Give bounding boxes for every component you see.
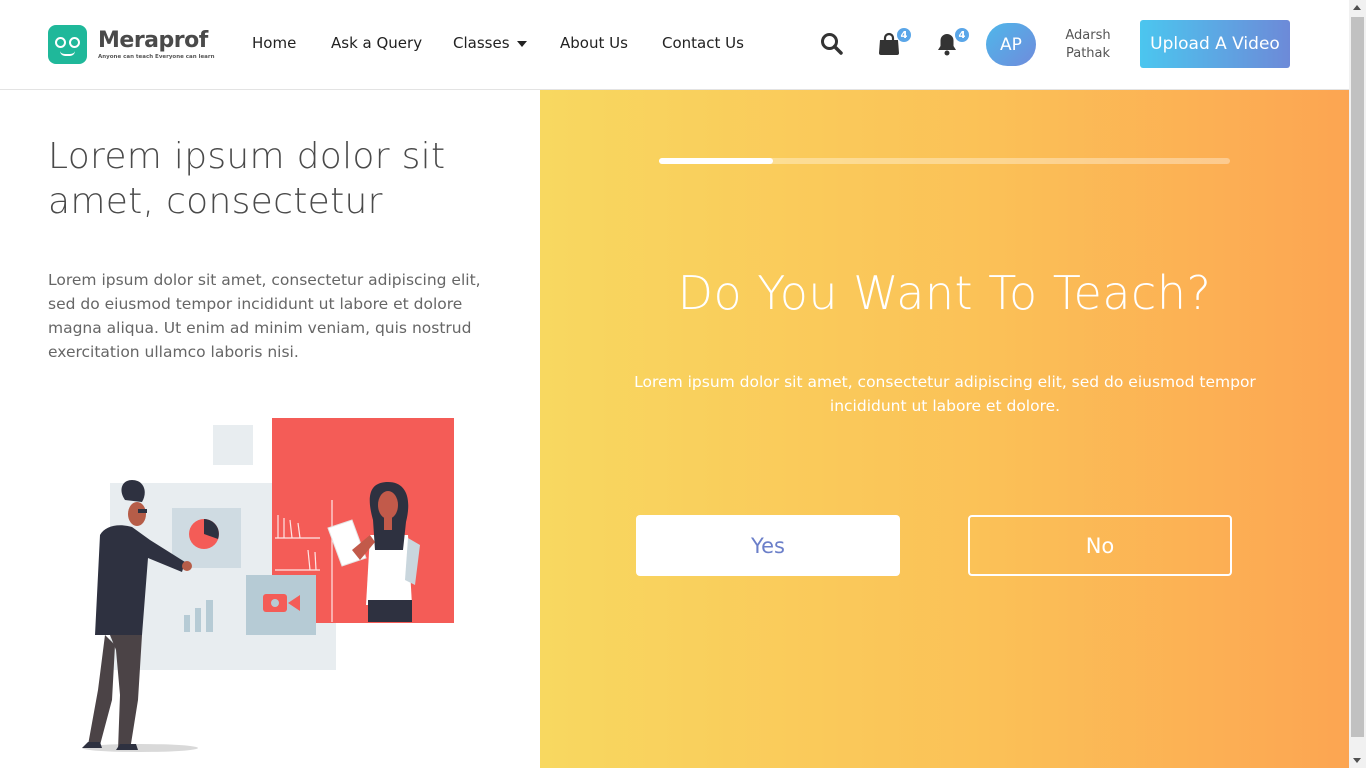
brand-logo[interactable]: Meraprof Anyone can teach Everyone can l…	[48, 25, 215, 64]
brand-tagline: Anyone can teach Everyone can learn	[98, 54, 215, 60]
nav-classes-label: Classes	[453, 34, 510, 52]
search-button[interactable]	[820, 32, 848, 60]
question-panel: Do You Want To Teach? Lorem ipsum dolor …	[540, 90, 1349, 768]
question-title: Do You Want To Teach?	[677, 266, 1212, 320]
top-navbar: Meraprof Anyone can teach Everyone can l…	[0, 0, 1349, 90]
page-description: Lorem ipsum dolor sit amet, consectetur …	[48, 271, 481, 361]
nav-contact-us[interactable]: Contact Us	[662, 34, 744, 52]
nav-about-us[interactable]: About Us	[560, 34, 628, 52]
nav-ask-query[interactable]: Ask a Query	[331, 34, 422, 52]
teaching-illustration	[82, 418, 454, 752]
scroll-down-icon[interactable]	[1353, 758, 1361, 763]
nav-classes[interactable]: Classes	[453, 34, 527, 52]
logo-icon	[48, 25, 87, 64]
upload-video-button[interactable]: Upload A Video	[1140, 20, 1290, 68]
notification-count-badge: 4	[954, 27, 970, 43]
notifications-button[interactable]: 4	[936, 27, 970, 60]
user-first-name: Adarsh	[1065, 28, 1111, 43]
user-name[interactable]: Adarsh Pathak	[1060, 27, 1116, 63]
question-description: Lorem ipsum dolor sit amet, consectetur …	[634, 373, 1256, 415]
search-icon	[821, 33, 843, 55]
page-title: Lorem ipsum dolor sit amet, consectetur	[48, 136, 446, 222]
scroll-up-icon[interactable]	[1353, 5, 1361, 10]
page-scrollbar[interactable]	[1349, 0, 1366, 768]
scroll-thumb[interactable]	[1351, 17, 1364, 737]
nav-home[interactable]: Home	[252, 34, 296, 52]
user-last-name: Pathak	[1065, 46, 1111, 61]
question-progress-track	[659, 158, 1230, 164]
brand-name: Meraprof	[98, 28, 208, 53]
no-button[interactable]: No	[968, 515, 1232, 576]
user-avatar[interactable]: AP	[986, 23, 1036, 66]
yes-button[interactable]: Yes	[636, 515, 900, 576]
cart-count-badge: 4	[896, 27, 912, 43]
chevron-down-icon	[516, 40, 527, 47]
cart-button[interactable]: 4	[878, 27, 912, 60]
question-progress-fill	[659, 158, 774, 164]
